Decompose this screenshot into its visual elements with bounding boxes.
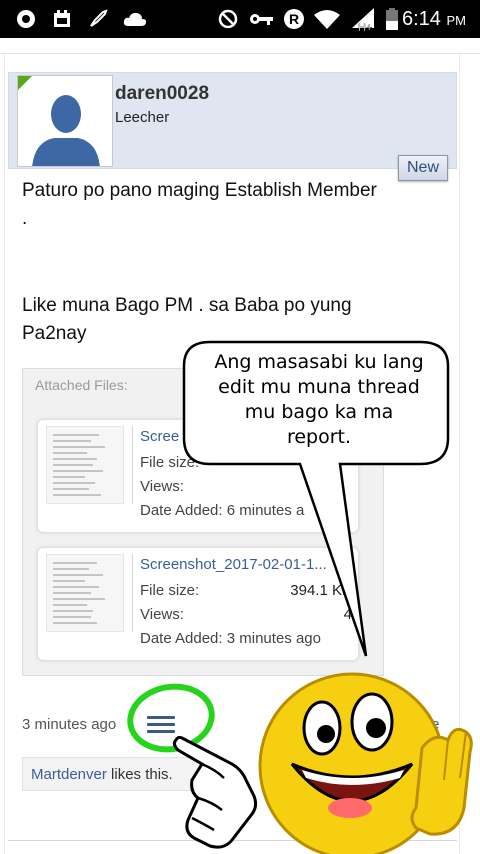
pointing-emoji-icon <box>172 672 473 854</box>
speech-bubble-text: Ang masasabi ku lang edit mu muna thread… <box>214 351 424 448</box>
pointing-hand-icon <box>172 735 258 849</box>
